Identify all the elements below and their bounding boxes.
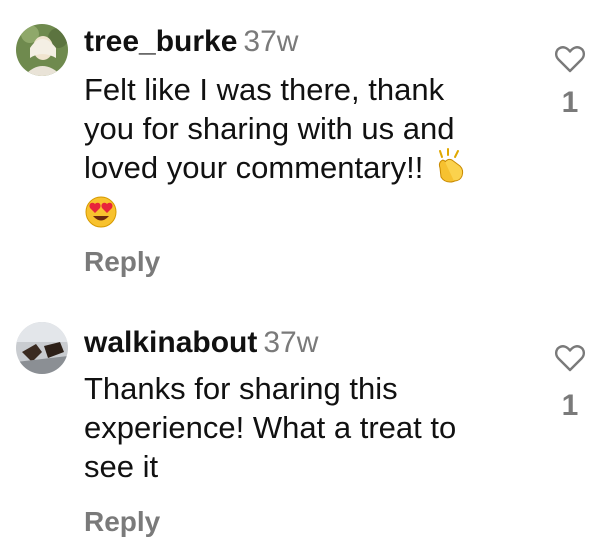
reply-button[interactable]: Reply [84,506,160,538]
timestamp: 37w [243,25,299,58]
comment-text-line: experience! What a treat to [84,410,457,445]
avatar-image [16,24,68,76]
comment-text-line-3: loved your commentary!! [84,148,544,193]
comment-text-line-4 [84,193,544,232]
username[interactable]: tree_burke [84,25,237,58]
comment-text-line: Felt like I was there, thank [84,72,445,107]
heart-outline-icon[interactable] [554,343,586,373]
comment-text: Felt like I was there, thank you for sha… [84,70,544,232]
comment-text: Thanks for sharing this experience! What… [84,369,544,486]
heart-outline-icon[interactable] [554,44,586,74]
comment-text-line: loved your commentary!! [84,150,424,185]
avatar[interactable] [16,24,68,76]
reply-button[interactable]: Reply [84,246,160,278]
clapping-hands-emoji [432,148,468,193]
heart-eyes-emoji [84,195,118,238]
username-line: tree_burke 37w [84,25,298,59]
like-count: 1 [561,86,579,119]
comment-text-line: see it [84,449,159,484]
comment-text-line: Thanks for sharing this [84,371,398,406]
username[interactable]: walkinabout [84,326,257,359]
avatar[interactable] [16,322,68,374]
like-count: 1 [561,389,579,422]
timestamp: 37w [263,326,319,359]
username-line: walkinabout 37w [84,326,318,360]
comment-text-line: you for sharing with us and [84,111,455,146]
avatar-image [16,322,68,374]
comment: tree_burke 37w Felt like I was there, tha… [0,0,609,300]
comment: walkinabout 37w Thanks for sharing this e… [0,300,609,545]
